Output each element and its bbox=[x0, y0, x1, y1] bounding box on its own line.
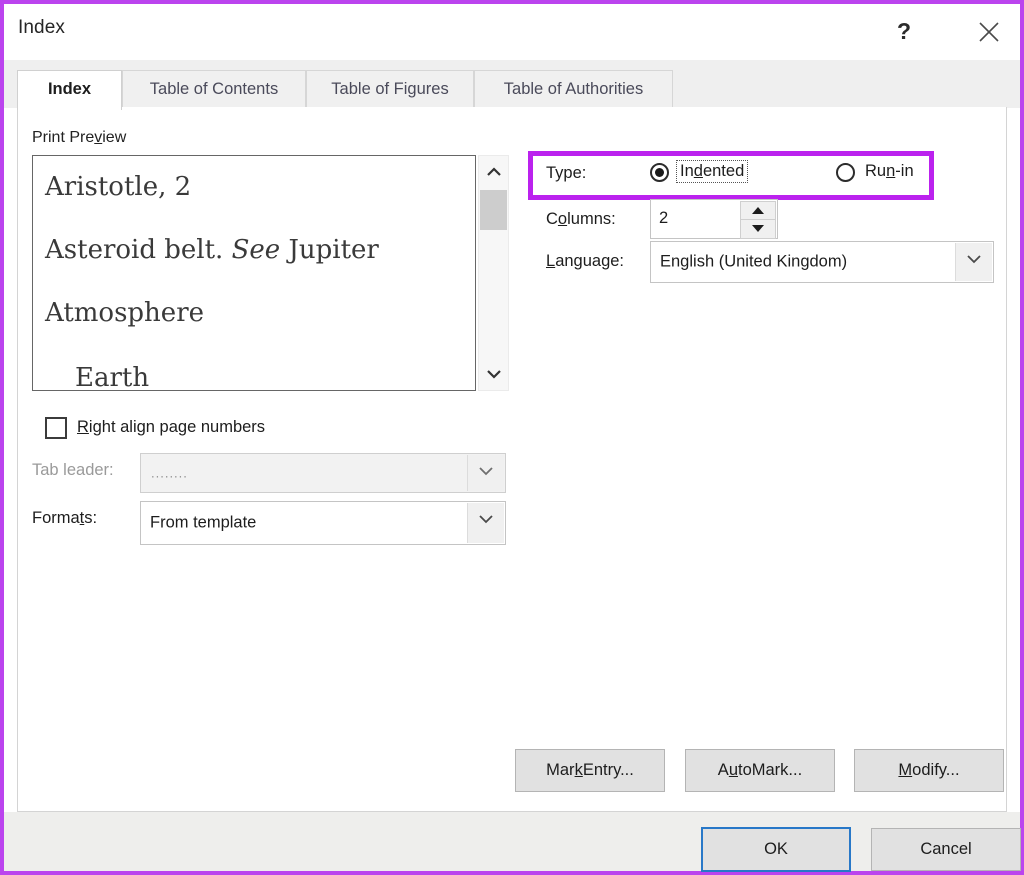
preview-line-italic: See bbox=[231, 235, 281, 265]
formats-dropdown-button[interactable] bbox=[467, 503, 504, 543]
formats-combobox[interactable]: From template bbox=[140, 501, 506, 545]
tab-table-of-contents[interactable]: Table of Contents bbox=[122, 70, 306, 108]
tab-leader-label: Tab leader: bbox=[32, 461, 114, 479]
language-value: English (United Kingdom) bbox=[660, 252, 848, 271]
help-button[interactable]: ? bbox=[882, 12, 926, 50]
radio-indicator bbox=[650, 163, 669, 182]
dialog-footer bbox=[4, 812, 1020, 871]
modify-button[interactable]: Modify... bbox=[854, 749, 1004, 792]
chevron-down-icon bbox=[486, 370, 501, 379]
tab-label: Table of Contents bbox=[149, 80, 279, 98]
chevron-up-icon bbox=[486, 167, 501, 176]
language-dropdown-button[interactable] bbox=[955, 243, 992, 281]
scrollbar-thumb[interactable] bbox=[480, 190, 507, 230]
tab-table-of-figures[interactable]: Table of Figures bbox=[306, 70, 474, 108]
scroll-down-button[interactable] bbox=[479, 360, 508, 390]
tab-index[interactable]: Index bbox=[17, 70, 122, 110]
preview-scrollbar[interactable] bbox=[478, 155, 509, 391]
print-preview-label: Print Preview bbox=[32, 129, 127, 146]
triangle-up-icon bbox=[752, 207, 764, 214]
radio-indicator bbox=[836, 163, 855, 182]
mark-entry-button[interactable]: Mark Entry... bbox=[515, 749, 665, 792]
columns-decrement-button[interactable] bbox=[740, 219, 776, 239]
right-align-label: Right align page numbers bbox=[77, 418, 266, 436]
columns-label: Columns: bbox=[546, 210, 616, 228]
preview-line: Atmosphere bbox=[45, 298, 205, 328]
formats-value: From template bbox=[150, 513, 257, 532]
tab-table-of-authorities[interactable]: Table of Authorities bbox=[474, 70, 673, 108]
close-icon bbox=[979, 22, 999, 42]
scroll-up-button[interactable] bbox=[479, 156, 508, 186]
preview-line: Asteroid belt. See Jupiter bbox=[45, 235, 379, 265]
columns-spinner[interactable]: 2 bbox=[650, 199, 778, 239]
cancel-button-label: Cancel bbox=[920, 840, 972, 858]
close-button[interactable] bbox=[967, 12, 1011, 50]
type-label: Type: bbox=[546, 164, 587, 182]
ok-button[interactable]: OK bbox=[701, 827, 851, 872]
print-preview-area: Aristotle, 2 Asteroid belt. See Jupiter … bbox=[32, 155, 509, 391]
print-preview-box: Aristotle, 2 Asteroid belt. See Jupiter … bbox=[32, 155, 476, 391]
chevron-down-icon bbox=[479, 515, 493, 524]
columns-increment-button[interactable] bbox=[740, 201, 776, 221]
tab-content-panel: Print Preview Aristotle, 2 Asteroid belt… bbox=[17, 107, 1007, 812]
title-bar: Index ? bbox=[4, 4, 1020, 60]
triangle-down-icon bbox=[752, 225, 764, 232]
tab-leader-dropdown-button[interactable] bbox=[467, 455, 504, 491]
preview-line: Earth bbox=[75, 363, 150, 391]
preview-line: Aristotle, 2 bbox=[45, 172, 192, 202]
automark-button[interactable]: AutoMark... bbox=[685, 749, 835, 792]
tab-label: Table of Figures bbox=[331, 80, 449, 98]
cancel-button[interactable]: Cancel bbox=[871, 828, 1021, 871]
question-mark-icon: ? bbox=[896, 18, 912, 44]
tab-label: Index bbox=[47, 80, 92, 98]
radio-run-in-label: Run-in bbox=[865, 162, 914, 180]
formats-label: Formats: bbox=[32, 509, 98, 527]
chevron-down-icon bbox=[967, 255, 981, 264]
index-dialog: Index ? Index Table of Contents Table of… bbox=[0, 0, 1024, 875]
columns-value: 2 bbox=[659, 209, 669, 227]
preview-line-tail: Jupiter bbox=[280, 235, 379, 265]
radio-indented-label: Indented bbox=[676, 160, 749, 183]
chevron-down-icon bbox=[479, 467, 493, 476]
language-combobox[interactable]: English (United Kingdom) bbox=[650, 241, 994, 283]
language-label: Language: bbox=[546, 252, 625, 270]
tab-strip: Index Table of Contents Table of Figures… bbox=[4, 60, 1020, 110]
preview-line-text: Asteroid belt. bbox=[45, 235, 232, 265]
tab-leader-combobox[interactable]: ........ bbox=[140, 453, 506, 493]
page-title: Index bbox=[18, 17, 65, 38]
right-align-checkbox[interactable] bbox=[45, 417, 67, 439]
ok-button-label: OK bbox=[764, 840, 788, 858]
tab-leader-value: ........ bbox=[151, 465, 188, 481]
tab-label: Table of Authorities bbox=[503, 80, 644, 98]
